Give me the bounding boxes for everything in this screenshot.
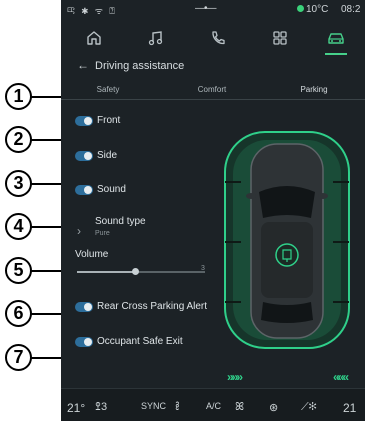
setting-sound-type[interactable]: › Sound type Pure (61, 214, 211, 244)
callout-1: 1 (0, 83, 72, 113)
volume-max: 3 (201, 265, 205, 272)
setting-occupant-exit[interactable]: Occupant Safe Exit (61, 333, 221, 353)
sound-type-label: Sound type (95, 216, 146, 227)
fan-icon[interactable]: ⟋✻ (301, 401, 316, 414)
steering-heat-icon[interactable]: ⊛ (269, 401, 278, 414)
left-chevrons: »»» (227, 370, 243, 384)
chevron-right-icon: › (77, 224, 81, 238)
home-icon[interactable] (77, 26, 111, 50)
rear-cross-toggle[interactable] (75, 302, 93, 312)
callout-7: 7 (0, 344, 72, 374)
ac-button[interactable]: A/C (206, 401, 221, 411)
right-chevrons: ««« (333, 370, 349, 384)
callout-number: 4 (13, 216, 24, 236)
status-icons: ꕓ ✱ ᯤ ⍰ (67, 6, 117, 16)
front-toggle[interactable] (75, 116, 93, 126)
volume-knob[interactable] (131, 268, 139, 275)
tab-bar: Safety Comfort Parking (61, 82, 365, 100)
climate-bar: 21° ꖶ3 SYNC ꔧ A/C ꕤ ⊛ ⟋✻ 21 (61, 388, 365, 421)
rear-cross-label: Rear Cross Parking Alert (97, 301, 208, 312)
volume-label: Volume (75, 249, 109, 260)
rear-defrost-icon[interactable]: ꔧ (175, 401, 180, 414)
callout-5: 5 (0, 257, 72, 287)
occupant-exit-label: Occupant Safe Exit (97, 336, 183, 347)
tab-safety[interactable]: Safety (73, 85, 143, 94)
sound-label: Sound (97, 184, 126, 195)
callout-2: 2 (0, 126, 72, 156)
front-defrost-icon[interactable]: ꕤ (235, 401, 244, 414)
temp-left[interactable]: 21° (67, 401, 85, 415)
volume-slider[interactable] (77, 268, 205, 275)
car-icon[interactable] (319, 26, 353, 55)
seat-heat-button[interactable]: ꖶ3 (95, 401, 107, 414)
callout-4: 4 (0, 213, 72, 243)
setting-sound[interactable]: Sound (61, 181, 211, 201)
infotainment-screen: ꕓ ✱ ᯤ ⍰ —•— 10°C 08:2 ← Driving assistan… (61, 0, 365, 421)
tab-parking[interactable]: Parking (279, 85, 349, 94)
callout-number: 3 (13, 173, 24, 193)
sync-button[interactable]: SYNC (141, 401, 166, 411)
sound-toggle[interactable] (75, 185, 93, 195)
sound-type-value: Pure (95, 230, 110, 237)
apps-icon[interactable] (263, 26, 297, 50)
front-label: Front (97, 115, 121, 126)
temp-right[interactable]: 21 (343, 401, 356, 415)
callout-number: 6 (13, 303, 24, 323)
back-button[interactable]: ← (77, 58, 89, 72)
setting-side[interactable]: Side (61, 147, 211, 167)
page-title: Driving assistance (95, 60, 185, 72)
setting-rear-cross[interactable]: Rear Cross Parking Alert (61, 298, 221, 318)
tab-comfort[interactable]: Comfort (177, 85, 247, 94)
callout-number: 5 (13, 260, 24, 280)
side-label: Side (97, 150, 118, 161)
car-top-view (246, 143, 328, 339)
callout-number: 1 (13, 86, 24, 106)
page-header: ← Driving assistance (61, 56, 365, 78)
clock: 08:2 (341, 4, 361, 15)
side-toggle[interactable] (75, 151, 93, 161)
sensor-badge-icon (275, 243, 299, 267)
page-indicator: —•— (195, 3, 216, 14)
occupant-exit-toggle[interactable] (75, 337, 93, 347)
top-navigation (61, 20, 365, 56)
callout-6: 6 (0, 300, 72, 330)
status-bar: ꕓ ✱ ᯤ ⍰ —•— 10°C 08:2 (61, 0, 365, 20)
music-icon[interactable] (139, 26, 173, 50)
volume-fill (77, 271, 135, 273)
phone-icon[interactable] (201, 26, 235, 50)
setting-volume: Volume 3 (61, 249, 221, 279)
tab-underline (61, 99, 365, 100)
callout-3: 3 (0, 170, 72, 200)
callout-number: 2 (13, 129, 24, 149)
parking-diagram (224, 131, 350, 349)
weather-icon (297, 5, 304, 12)
weather: 10°C (297, 4, 328, 15)
setting-front[interactable]: Front (61, 112, 211, 132)
outside-temperature: 10°C (306, 4, 329, 15)
parking-sensor-view (221, 122, 353, 368)
callout-number: 7 (13, 347, 24, 367)
